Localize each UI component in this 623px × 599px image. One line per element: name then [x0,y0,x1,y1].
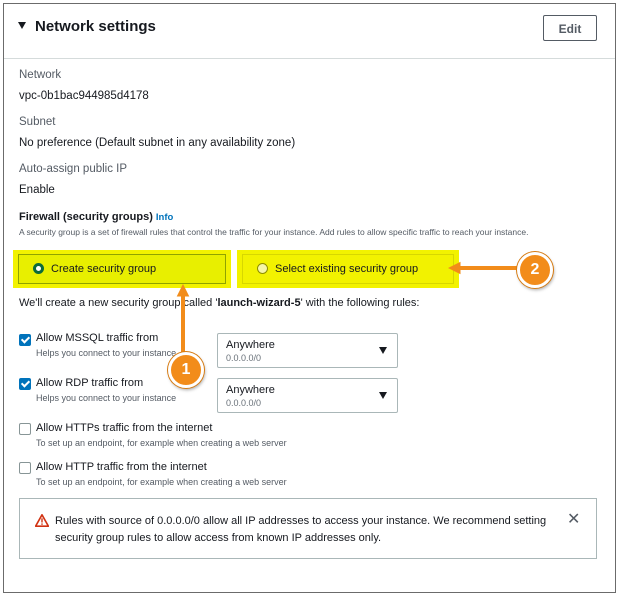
auto-assign-ip-label: Auto-assign public IP [19,163,128,175]
https-checkbox[interactable] [19,423,31,435]
subnet-label: Subnet [19,116,56,128]
mssql-source-select[interactable]: Anywhere 0.0.0.0/0 [217,333,398,368]
callout-badge-1: 1 [168,352,204,388]
collapse-caret-icon[interactable] [18,22,26,29]
edit-button[interactable]: Edit [543,15,597,41]
rdp-checkbox[interactable] [19,378,31,390]
network-label: Network [19,69,62,81]
https-rule-help: To set up an endpoint, for example when … [36,438,287,448]
close-icon[interactable]: ✕ [567,512,580,528]
radio-selected-icon[interactable] [33,263,44,274]
rdp-source-value: Anywhere [226,384,275,396]
section-title: Network settings [35,18,156,35]
rdp-rule-help: Helps you connect to your instance [36,393,177,403]
firewall-title: Firewall (security groups) Info [19,211,173,223]
auto-assign-ip-value: Enable [19,184,55,196]
rules-intro-prefix: We'll create a new security group called… [19,297,218,309]
rdp-source-select[interactable]: Anywhere 0.0.0.0/0 [217,378,398,413]
security-group-name: launch-wizard-5 [217,297,301,309]
radio-unselected-icon[interactable] [257,263,268,274]
rdp-rule-label: Allow RDP traffic from [36,377,144,389]
https-rule-label: Allow HTTPs traffic from the internet [36,422,213,434]
select-existing-security-group-label: Select existing security group [275,263,419,275]
rules-intro-suffix: ' with the following rules: [300,297,420,309]
mssql-source-cidr: 0.0.0.0/0 [226,353,262,363]
http-rule-label: Allow HTTP traffic from the internet [36,461,207,473]
firewall-title-text: Firewall (security groups) [19,211,153,223]
warning-alert-text: Rules with source of 0.0.0.0/0 allow all… [55,515,547,544]
callout-badge-2: 2 [517,252,553,288]
mssql-rule-label: Allow MSSQL traffic from [36,332,159,344]
mssql-checkbox[interactable] [19,334,31,346]
create-security-group-label: Create security group [51,263,157,275]
network-value: vpc-0b1bac944985d4178 [19,90,149,102]
firewall-description: A security group is a set of firewall ru… [19,227,529,237]
info-link[interactable]: Info [156,212,173,223]
dropdown-arrow-icon [379,392,387,399]
select-existing-security-group-option[interactable]: Select existing security group [242,254,454,284]
rdp-source-cidr: 0.0.0.0/0 [226,398,262,408]
rules-intro: We'll create a new security group called… [19,297,419,309]
warning-icon [35,514,49,527]
warning-alert: Rules with source of 0.0.0.0/0 allow all… [19,498,597,559]
mssql-rule-help: Helps you connect to your instance [36,348,177,358]
header-divider [4,58,615,59]
create-security-group-option[interactable]: Create security group [18,254,226,284]
dropdown-arrow-icon [379,347,387,354]
http-rule-help: To set up an endpoint, for example when … [36,477,287,487]
mssql-source-value: Anywhere [226,339,275,351]
http-checkbox[interactable] [19,462,31,474]
subnet-value: No preference (Default subnet in any ava… [19,137,296,149]
